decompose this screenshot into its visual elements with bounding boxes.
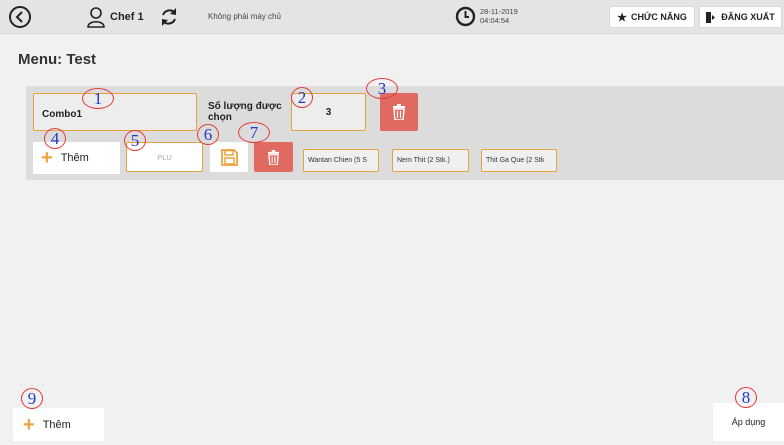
save-icon: [220, 148, 238, 166]
top-bar: Chef 1 Không phải máy chủ 28-11-2019 04:…: [0, 0, 784, 34]
add-item-button[interactable]: + Thêm: [33, 142, 120, 174]
functions-label: CHỨC NĂNG: [630, 12, 687, 22]
annotation-marker-1: 1: [82, 88, 114, 109]
annotation-marker-3: 3: [366, 78, 398, 99]
annotation-marker-8: 8: [735, 387, 757, 408]
clock-icon: [455, 6, 476, 27]
page-title: Menu: Test: [18, 51, 97, 68]
sync-icon[interactable]: [158, 6, 180, 28]
combo-name-field[interactable]: Combo1: [33, 93, 197, 131]
plus-icon: +: [41, 147, 53, 169]
logout-icon: [706, 11, 716, 23]
logout-button[interactable]: ĐĂNG XUẤT: [699, 6, 782, 28]
user-icon: [87, 7, 105, 28]
save-plu-button[interactable]: [210, 142, 248, 172]
delete-plu-button[interactable]: [254, 142, 293, 172]
annotation-marker-7: 7: [238, 122, 270, 143]
combo-item-chip[interactable]: Nem Thit (2 Stk.): [392, 149, 469, 172]
datetime: 28-11-2019 04:04:54: [480, 7, 518, 25]
annotation-marker-9: 9: [21, 388, 43, 409]
functions-button[interactable]: ★ CHỨC NĂNG: [609, 6, 695, 28]
apply-button[interactable]: Áp dụng: [713, 403, 784, 441]
add-item-label: Thêm: [60, 152, 89, 164]
plus-icon: +: [23, 413, 35, 436]
annotation-marker-6: 6: [197, 124, 219, 145]
add-combo-label: Thêm: [42, 418, 71, 431]
combo-item-chip[interactable]: Thit Ga Que (2 Stk: [481, 149, 557, 172]
server-status-text: Không phải máy chủ: [208, 12, 281, 21]
back-icon: [15, 11, 23, 23]
date-text: 28-11-2019: [480, 7, 518, 16]
annotation-marker-2: 2: [291, 87, 313, 108]
logout-label: ĐĂNG XUẤT: [721, 12, 775, 22]
combo-item-chip[interactable]: Wantan Chien (5 S: [303, 149, 379, 172]
back-button[interactable]: [9, 6, 31, 28]
time-text: 04:04:54: [480, 16, 510, 25]
add-combo-button[interactable]: + Thêm: [13, 408, 104, 441]
trash-icon: [393, 104, 405, 120]
star-icon: ★: [617, 11, 627, 24]
annotation-marker-5: 5: [124, 130, 146, 151]
annotation-marker-4: 4: [44, 128, 66, 149]
quantity-label: Số lượng được chọn: [208, 101, 282, 123]
user-name: Chef 1: [110, 11, 144, 23]
trash-icon: [267, 149, 280, 165]
